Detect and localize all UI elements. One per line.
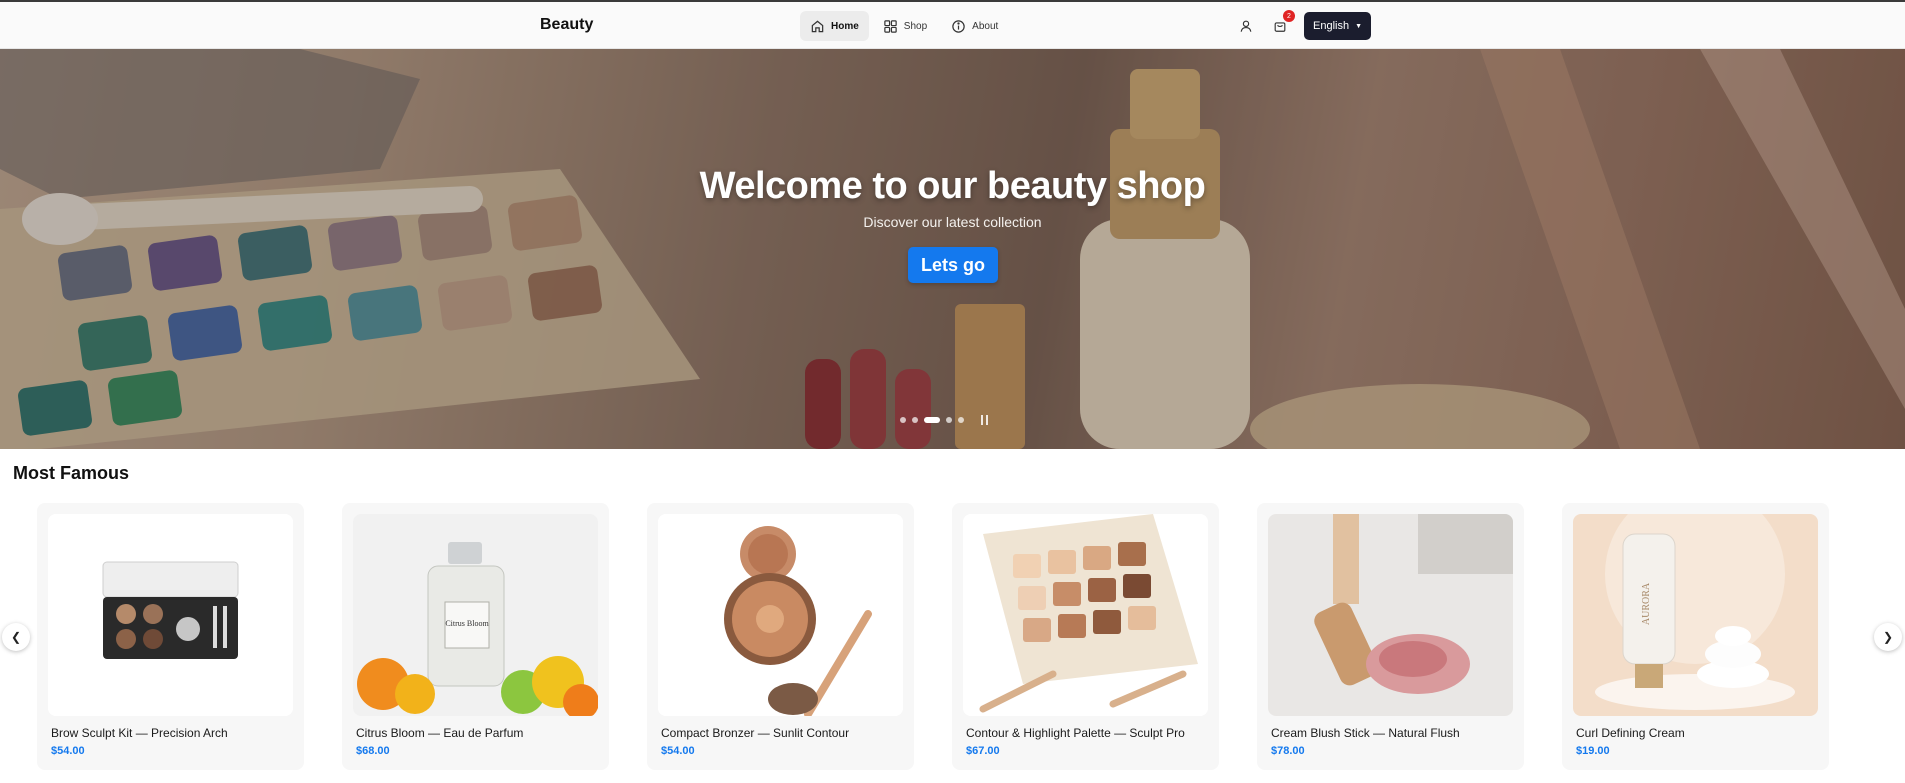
hero-cta-button[interactable]: Lets go <box>908 247 998 283</box>
carousel-dot-2[interactable] <box>912 417 918 423</box>
product-carousel: Brow Sculpt Kit — Precision Arch $54.00 … <box>37 503 1829 770</box>
product-image <box>1268 514 1513 716</box>
perfume-label: Citrus Bloom <box>445 619 489 628</box>
perfume-image: Citrus Bloom <box>353 514 598 716</box>
product-price: $78.00 <box>1271 745 1305 757</box>
main-nav: Home Shop About <box>800 11 1008 41</box>
product-image <box>48 514 293 716</box>
product-price: $54.00 <box>51 745 85 757</box>
chevron-left-icon: ❮ <box>10 630 22 644</box>
product-price: $19.00 <box>1576 745 1610 757</box>
product-name: Contour & Highlight Palette — Sculpt Pro <box>966 726 1185 740</box>
nav-actions: 2 English ▼ <box>1236 10 1372 40</box>
product-price: $67.00 <box>966 745 1000 757</box>
carousel-dot-5[interactable] <box>958 417 964 423</box>
product-name: Brow Sculpt Kit — Precision Arch <box>51 726 228 740</box>
cart-button[interactable]: 2 <box>1270 10 1295 36</box>
product-name: Curl Defining Cream <box>1576 726 1685 740</box>
nav-about[interactable]: About <box>941 11 1008 41</box>
product-image: Citrus Bloom <box>353 514 598 716</box>
language-label: English <box>1313 20 1350 32</box>
product-price: $54.00 <box>661 745 695 757</box>
caret-down-icon: ▼ <box>1355 22 1363 30</box>
hero-subtitle: Discover our latest collection <box>863 214 1042 230</box>
nav-shop-label: Shop <box>903 20 928 32</box>
blush-stick-image <box>1268 514 1513 716</box>
product-image <box>963 514 1208 716</box>
carousel-next-button[interactable]: ❯ <box>1874 623 1902 651</box>
carousel-dot-1[interactable] <box>900 417 906 423</box>
nav-home-label: Home <box>831 20 859 32</box>
product-image <box>658 514 903 716</box>
curl-cream-image: AURORA <box>1573 514 1818 716</box>
carousel-prev-button[interactable]: ❮ <box>2 623 30 651</box>
product-name: Compact Bronzer — Sunlit Contour <box>661 726 850 740</box>
product-price: $68.00 <box>356 745 390 757</box>
pause-icon[interactable] <box>978 414 990 426</box>
section-title: Most Famous <box>13 463 130 483</box>
carousel-indicators <box>900 415 990 425</box>
product-card[interactable]: Cream Blush Stick — Natural Flush $78.00 <box>1257 503 1524 770</box>
bronzer-image <box>658 514 903 716</box>
contour-palette-image <box>963 514 1208 716</box>
product-image: AURORA <box>1573 514 1818 716</box>
product-card[interactable]: Citrus Bloom Citrus Bloom — Eau de Parfu… <box>342 503 609 770</box>
chevron-right-icon: ❯ <box>1882 630 1894 644</box>
hero-carousel: Welcome to our beauty shop Discover our … <box>0 49 1905 449</box>
product-card[interactable]: AURORA Curl Defining Cream $19.00 <box>1562 503 1829 770</box>
product-name: Citrus Bloom — Eau de Parfum <box>356 726 524 740</box>
nav-home[interactable]: Home <box>800 11 869 41</box>
cart-count-badge: 2 <box>1283 10 1295 22</box>
product-card[interactable]: Contour & Highlight Palette — Sculpt Pro… <box>952 503 1219 770</box>
brand-logo[interactable]: Beauty <box>540 16 593 34</box>
brow-kit-image <box>48 514 293 716</box>
tube-label: AURORA <box>1641 582 1652 625</box>
hero-title: Welcome to our beauty shop <box>699 165 1206 207</box>
nav-shop[interactable]: Shop <box>873 11 937 41</box>
info-icon <box>952 19 965 33</box>
language-select[interactable]: English ▼ <box>1304 12 1372 40</box>
product-card[interactable]: Brow Sculpt Kit — Precision Arch $54.00 <box>37 503 304 770</box>
carousel-dot-3[interactable] <box>924 417 940 423</box>
user-icon <box>1240 20 1252 32</box>
top-navbar: Beauty Home Shop About 2 English ▼ <box>0 2 1905 49</box>
home-icon <box>811 20 824 32</box>
nav-about-label: About <box>972 20 999 32</box>
account-button[interactable] <box>1236 16 1256 36</box>
product-card[interactable]: Compact Bronzer — Sunlit Contour $54.00 <box>647 503 914 770</box>
grid-icon <box>884 19 897 33</box>
carousel-dot-4[interactable] <box>946 417 952 423</box>
product-name: Cream Blush Stick — Natural Flush <box>1271 726 1460 740</box>
